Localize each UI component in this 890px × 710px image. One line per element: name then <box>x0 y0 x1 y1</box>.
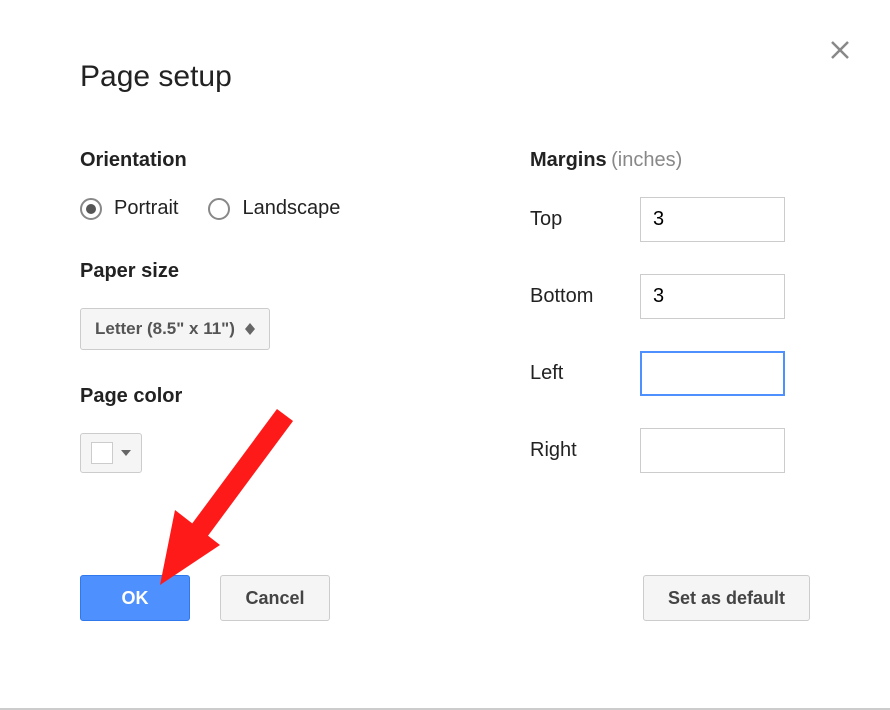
dialog-title: Page setup <box>80 60 810 94</box>
radio-icon <box>208 198 230 220</box>
cancel-button[interactable]: Cancel <box>220 575 330 621</box>
radio-icon <box>80 198 102 220</box>
page-color-label: Page color <box>80 385 470 408</box>
orientation-portrait-radio[interactable]: Portrait <box>80 197 178 220</box>
margins-unit: (inches) <box>611 149 682 171</box>
page-color-dropdown[interactable] <box>80 433 142 473</box>
paper-size-label: Paper size <box>80 260 470 283</box>
set-as-default-button[interactable]: Set as default <box>643 575 810 621</box>
margin-left-input[interactable] <box>640 351 785 396</box>
margins-label: Margins <box>530 149 607 171</box>
color-swatch <box>91 442 113 464</box>
close-icon[interactable] <box>828 38 852 62</box>
margin-top-label: Top <box>530 208 640 231</box>
paper-size-value: Letter (8.5" x 11") <box>95 319 235 339</box>
landscape-label: Landscape <box>242 197 340 220</box>
margin-right-input[interactable] <box>640 428 785 473</box>
margin-right-label: Right <box>530 439 640 462</box>
right-column: Margins (inches) Top Bottom Left Right <box>530 149 810 505</box>
stepper-arrows-icon <box>245 323 255 335</box>
orientation-landscape-radio[interactable]: Landscape <box>208 197 340 220</box>
left-column: Orientation Portrait Landscape Paper siz… <box>80 149 470 505</box>
portrait-label: Portrait <box>114 197 178 220</box>
chevron-down-icon <box>121 450 131 456</box>
orientation-label: Orientation <box>80 149 470 172</box>
paper-size-dropdown[interactable]: Letter (8.5" x 11") <box>80 308 270 350</box>
page-setup-dialog: Page setup Orientation Portrait Landscap… <box>0 0 890 661</box>
margin-bottom-input[interactable] <box>640 274 785 319</box>
ok-button[interactable]: OK <box>80 575 190 621</box>
margin-bottom-label: Bottom <box>530 285 640 308</box>
margin-left-label: Left <box>530 362 640 385</box>
margin-top-input[interactable] <box>640 197 785 242</box>
